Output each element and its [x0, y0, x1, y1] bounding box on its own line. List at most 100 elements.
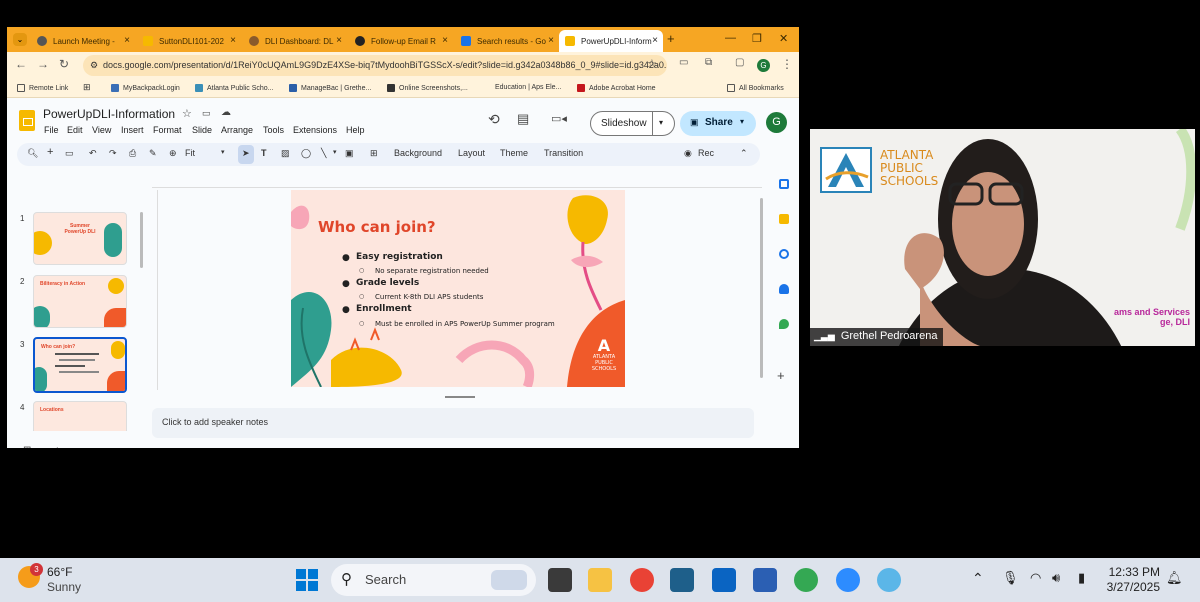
menu-help[interactable]: Help — [346, 125, 365, 135]
apps-grid-icon[interactable]: ⊞ — [83, 82, 91, 93]
redo-icon[interactable]: ↷ — [109, 148, 117, 159]
move-folder-icon[interactable]: ▭ — [202, 108, 211, 119]
restore-icon[interactable]: ❐ — [752, 32, 762, 45]
history-icon[interactable]: ⟲ — [488, 111, 500, 128]
shape-icon[interactable]: ◯ — [301, 148, 311, 159]
chevron-down-icon[interactable]: ▾ — [333, 148, 337, 156]
volume-icon[interactable]: 🔊︎ — [1052, 570, 1060, 586]
menu-arrange[interactable]: Arrange — [221, 125, 253, 135]
menu-edit[interactable]: Edit — [67, 125, 83, 135]
clock-date[interactable]: 3/27/2025 — [1100, 580, 1160, 594]
bookmark-remote-link[interactable]: Remote Link — [17, 84, 68, 92]
tab-launch-meeting[interactable]: Launch Meeting - × — [31, 30, 135, 52]
file-explorer-icon[interactable] — [588, 568, 612, 592]
url-field[interactable]: ⚙ docs.google.com/presentation/d/1ReiY0c… — [83, 55, 667, 76]
close-window-icon[interactable]: ✕ — [779, 32, 788, 45]
bookmark-star-icon[interactable]: ☆ — [647, 57, 657, 70]
bookmark-mybackpack[interactable]: MyBackpackLogin — [111, 84, 180, 92]
search-menus-icon[interactable]: 🔍︎ — [27, 148, 38, 159]
back-icon[interactable]: ← — [15, 57, 27, 71]
wifi-icon[interactable]: ◠ — [1030, 570, 1041, 586]
menu-file[interactable]: File — [44, 125, 59, 135]
menu-extensions[interactable]: Extensions — [293, 125, 337, 135]
extensions-icon[interactable]: ⧉ — [705, 57, 712, 68]
zoom-icon[interactable]: ⊕ — [169, 148, 177, 159]
close-tab-icon[interactable]: × — [230, 35, 236, 46]
tab-search-results[interactable]: Search results - Go × — [455, 30, 559, 52]
paint-format-icon[interactable]: ✎ — [149, 148, 157, 159]
canvas-scrollbar[interactable] — [760, 198, 763, 378]
zoom-video-tile[interactable]: ATLANTA PUBLIC SCHOOLS ams and Services … — [810, 129, 1195, 346]
close-tab-icon[interactable]: × — [548, 35, 554, 46]
tab-dli-dashboard[interactable]: DLI Dashboard: DL × — [243, 30, 347, 52]
screen-cast-icon[interactable]: ▢ — [735, 57, 744, 68]
background-button[interactable]: Background — [394, 148, 442, 158]
text-box-icon[interactable]: T — [261, 148, 267, 158]
clock-time[interactable]: 12:33 PM — [1100, 565, 1160, 579]
forward-icon[interactable]: → — [37, 57, 49, 71]
word-icon[interactable] — [753, 568, 777, 592]
select-cursor-icon[interactable]: ➤ — [242, 148, 250, 159]
bookmark-managebac[interactable]: ManageBac | Grethe... — [289, 84, 371, 92]
slide-thumbnail-2[interactable]: Biliteracy in Action — [33, 275, 127, 328]
contacts-icon[interactable] — [779, 284, 789, 294]
more-menu-icon[interactable]: ⋮ — [781, 57, 793, 71]
speaker-notes[interactable]: Click to add speaker notes — [152, 408, 754, 438]
maps-globe-icon[interactable] — [877, 568, 901, 592]
menu-slide[interactable]: Slide — [192, 125, 212, 135]
new-tab-icon[interactable]: + — [667, 31, 675, 46]
notifications-icon[interactable]: 🔔︎ — [1166, 570, 1183, 586]
site-info-icon[interactable]: ⚙ — [90, 55, 98, 76]
collapse-filmstrip-icon[interactable]: ‹ — [55, 444, 58, 448]
battery-icon[interactable]: ▮ — [1078, 570, 1085, 586]
chrome-profile-icon[interactable] — [794, 568, 818, 592]
webex-icon[interactable] — [670, 568, 694, 592]
comments-icon[interactable]: ▤ — [517, 111, 529, 127]
menu-format[interactable]: Format — [153, 125, 182, 135]
slide-thumbnail-3[interactable]: Who can join? — [33, 337, 127, 393]
rec-button[interactable]: Rec — [698, 148, 714, 158]
current-slide[interactable]: Who can join? ● Easy registration ○ No s… — [291, 190, 625, 387]
reload-icon[interactable]: ↻ — [59, 57, 69, 71]
filmstrip-scrollbar[interactable] — [140, 212, 143, 268]
microphone-icon[interactable]: 🎙︎ — [1002, 570, 1019, 586]
zoom-icon[interactable] — [836, 568, 860, 592]
start-icon[interactable] — [296, 569, 318, 591]
taskbar-search[interactable]: ⚲ Search — [331, 564, 536, 596]
slide-thumbnail-1[interactable]: Summer PowerUp DLI — [33, 212, 127, 265]
close-tab-icon[interactable]: × — [442, 35, 448, 46]
chrome-icon[interactable] — [630, 568, 654, 592]
document-title[interactable]: PowerUpDLI-Information — [43, 107, 175, 121]
menu-tools[interactable]: Tools — [263, 125, 284, 135]
slide-layout-icon[interactable]: ▭ — [65, 148, 74, 159]
chevron-down-icon[interactable]: ▾ — [740, 117, 744, 126]
profile-avatar[interactable]: G — [757, 59, 770, 72]
weather-temp[interactable]: 66°F — [47, 565, 72, 579]
comment-add-icon[interactable]: ▣ — [345, 148, 354, 159]
star-icon[interactable]: ☆ — [182, 107, 192, 120]
task-view-icon[interactable] — [548, 568, 572, 592]
cast-icon[interactable]: ▭ — [679, 57, 688, 68]
grid-view-icon[interactable]: ⊞ — [23, 445, 31, 448]
resize-handle[interactable] — [445, 396, 475, 398]
undo-icon[interactable]: ↶ — [89, 148, 97, 159]
insert-comment-icon[interactable]: ⊞ — [370, 148, 378, 159]
close-tab-icon[interactable]: × — [124, 35, 130, 46]
all-bookmarks[interactable]: All Bookmarks — [727, 84, 784, 92]
calendar-icon[interactable] — [779, 179, 789, 189]
bookmark-adobe[interactable]: Adobe Acrobat Home — [577, 84, 656, 92]
new-slide-icon[interactable]: + — [47, 146, 53, 158]
slideshow-button[interactable]: Slideshow ▾ — [590, 111, 675, 136]
tasks-icon[interactable] — [779, 249, 789, 259]
bookmark-education[interactable]: Education | Aps Ele... — [495, 84, 561, 91]
keep-icon[interactable] — [779, 214, 789, 224]
chevron-down-icon[interactable]: ▾ — [221, 148, 225, 156]
menu-view[interactable]: View — [92, 125, 111, 135]
close-tab-icon[interactable]: × — [336, 35, 342, 46]
bookmark-atlanta-public[interactable]: Atlanta Public Scho... — [195, 84, 274, 92]
line-icon[interactable]: ╲ — [321, 148, 326, 159]
meet-icon[interactable]: ▭◂ — [551, 112, 567, 125]
image-icon[interactable]: ▨ — [281, 148, 290, 159]
chevron-up-icon[interactable]: ⌃ — [972, 570, 984, 587]
weather-desc[interactable]: Sunny — [47, 580, 81, 594]
